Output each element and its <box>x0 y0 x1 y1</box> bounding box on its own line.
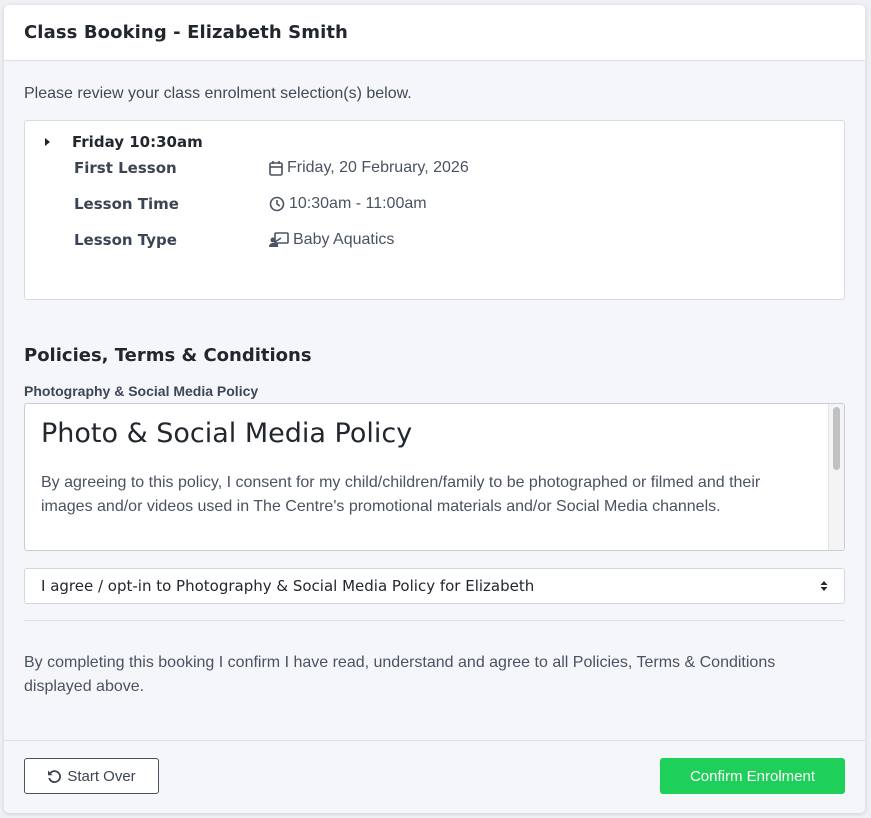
modal-body: Please review your class enrolment selec… <box>4 61 865 740</box>
booking-modal: Class Booking - Elizabeth Smith Please r… <box>4 5 865 813</box>
detail-lesson-time: Lesson Time 10:30am - 11:00am <box>25 186 844 222</box>
lesson-time-value: 10:30am - 11:00am <box>289 195 427 212</box>
policy-text: By agreeing to this policy, I consent fo… <box>41 474 761 515</box>
intro-text: Please review your class enrolment selec… <box>24 85 412 102</box>
policies-section-title: Policies, Terms & Conditions <box>24 345 312 366</box>
class-name: Friday 10:30am <box>72 133 203 151</box>
detail-value: Friday, 20 February, 2026 <box>269 159 469 177</box>
teacher-icon <box>269 232 289 247</box>
modal-header: Class Booking - Elizabeth Smith <box>4 5 865 61</box>
confirm-text: By completing this booking I confirm I h… <box>24 654 776 695</box>
detail-label: Lesson Time <box>74 195 179 213</box>
lesson-type-value: Baby Aquatics <box>293 231 395 248</box>
detail-first-lesson: First Lesson Friday, 20 February, 2026 <box>25 150 844 186</box>
detail-lesson-type: Lesson Type Baby Aquatics <box>25 222 844 258</box>
undo-icon <box>48 769 62 783</box>
detail-value: Baby Aquatics <box>269 231 394 249</box>
calendar-icon <box>269 161 283 176</box>
clock-icon <box>269 196 285 212</box>
class-toggle[interactable]: Friday 10:30am <box>25 133 844 151</box>
first-lesson-value: Friday, 20 February, 2026 <box>287 159 469 176</box>
start-over-label: Start Over <box>67 767 136 785</box>
policy-scroll-box[interactable]: Photo & Social Media Policy By agreeing … <box>24 403 845 551</box>
modal-footer: Start Over Confirm Enrolment <box>4 740 865 813</box>
policy-scrollbar[interactable] <box>828 404 844 550</box>
modal-title: Class Booking - Elizabeth Smith <box>24 22 348 43</box>
detail-label: Lesson Type <box>74 231 177 249</box>
divider <box>24 620 845 621</box>
start-over-button[interactable]: Start Over <box>24 758 159 794</box>
confirm-enrolment-button[interactable]: Confirm Enrolment <box>660 758 845 794</box>
detail-value: 10:30am - 11:00am <box>269 195 427 213</box>
select-arrows-icon <box>820 581 828 591</box>
policy-label: Photography & Social Media Policy <box>24 383 259 399</box>
policy-agree-select[interactable]: I agree / opt-in to Photography & Social… <box>24 568 845 604</box>
scrollbar-thumb[interactable] <box>833 407 840 470</box>
select-value: I agree / opt-in to Photography & Social… <box>41 577 535 595</box>
detail-label: First Lesson <box>74 159 177 177</box>
caret-right-icon[interactable] <box>45 138 50 146</box>
policy-heading: Photo & Social Media Policy <box>41 418 413 449</box>
class-card: Friday 10:30am First Lesson Friday, 20 F… <box>24 120 845 300</box>
